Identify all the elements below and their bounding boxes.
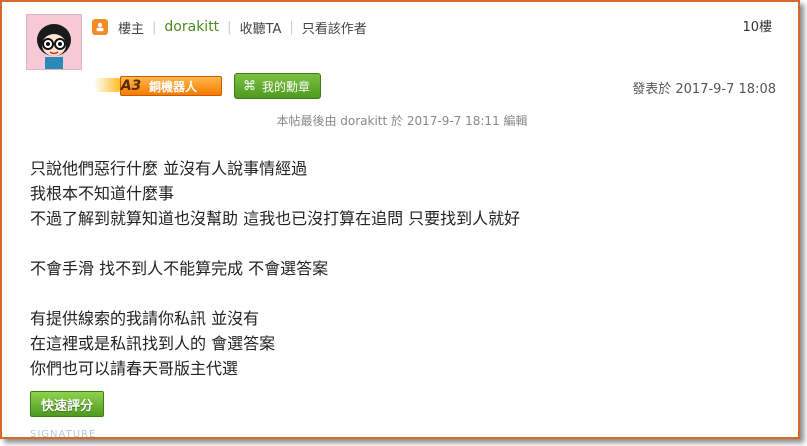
author-only-link[interactable]: 只看該作者 bbox=[302, 18, 367, 37]
listen-link[interactable]: 收聽TA bbox=[240, 18, 282, 37]
content-line: 不過了解到就算知道也沒幫助 這我也已沒打算在追問 只要找到人就好 bbox=[30, 209, 521, 228]
post-content: 只說他們惡行什麼 並沒有人說事情經過 我根本不知道什麼事 不過了解到就算知道也沒… bbox=[30, 156, 520, 381]
divider-bar: | bbox=[227, 19, 232, 35]
robot-rank-badge: 銅機器人 A3 bbox=[94, 72, 224, 100]
robot-level-label: A3 bbox=[120, 78, 142, 94]
role-label: 樓主 bbox=[118, 21, 145, 37]
command-icon: ⌘ bbox=[243, 78, 256, 94]
content-line bbox=[30, 281, 520, 306]
content-line: 只說他們惡行什麼 並沒有人說事情經過 bbox=[30, 159, 308, 178]
edit-note: 本帖最後由 dorakitt 於 2017-9-7 18:11 編輯 bbox=[276, 114, 528, 128]
content-line: 我根本不知道什麼事 bbox=[30, 184, 175, 203]
divider-bar: | bbox=[152, 19, 157, 35]
content-line: 在這裡或是私訊找到人的 會選答案 bbox=[30, 334, 276, 353]
post-date: 發表於 2017-9-7 18:08 bbox=[632, 82, 776, 97]
medal-button[interactable]: ⌘ 我的勳章 bbox=[234, 73, 322, 99]
medal-button-label: 我的勳章 bbox=[262, 79, 311, 94]
signature-label: SIGNATURE bbox=[30, 429, 97, 439]
post-frame: 樓主 | dorakitt | 收聽TA | 只看該作者 10樓 銅機器人 A3… bbox=[0, 0, 800, 439]
user-icon bbox=[92, 19, 108, 35]
content-line: 你們也可以請春天哥版主代選 bbox=[30, 359, 239, 378]
quick-rate-button[interactable]: 快速評分 bbox=[30, 391, 104, 417]
badge-row: 銅機器人 A3 ⌘ 我的勳章 bbox=[94, 72, 322, 100]
content-line bbox=[30, 231, 520, 256]
username-link[interactable]: dorakitt bbox=[164, 19, 219, 35]
content-line: 有提供線索的我請你私訊 並沒有 bbox=[30, 309, 260, 328]
divider-bar: | bbox=[289, 19, 294, 35]
post-meta-row: 樓主 | dorakitt | 收聽TA | 只看該作者 bbox=[92, 16, 367, 38]
floor-number[interactable]: 10樓 bbox=[742, 16, 772, 35]
content-line: 不會手滑 找不到人不能算完成 不會選答案 bbox=[30, 259, 329, 278]
avatar[interactable] bbox=[26, 14, 82, 70]
cartoon-girl-avatar-icon bbox=[27, 15, 81, 69]
